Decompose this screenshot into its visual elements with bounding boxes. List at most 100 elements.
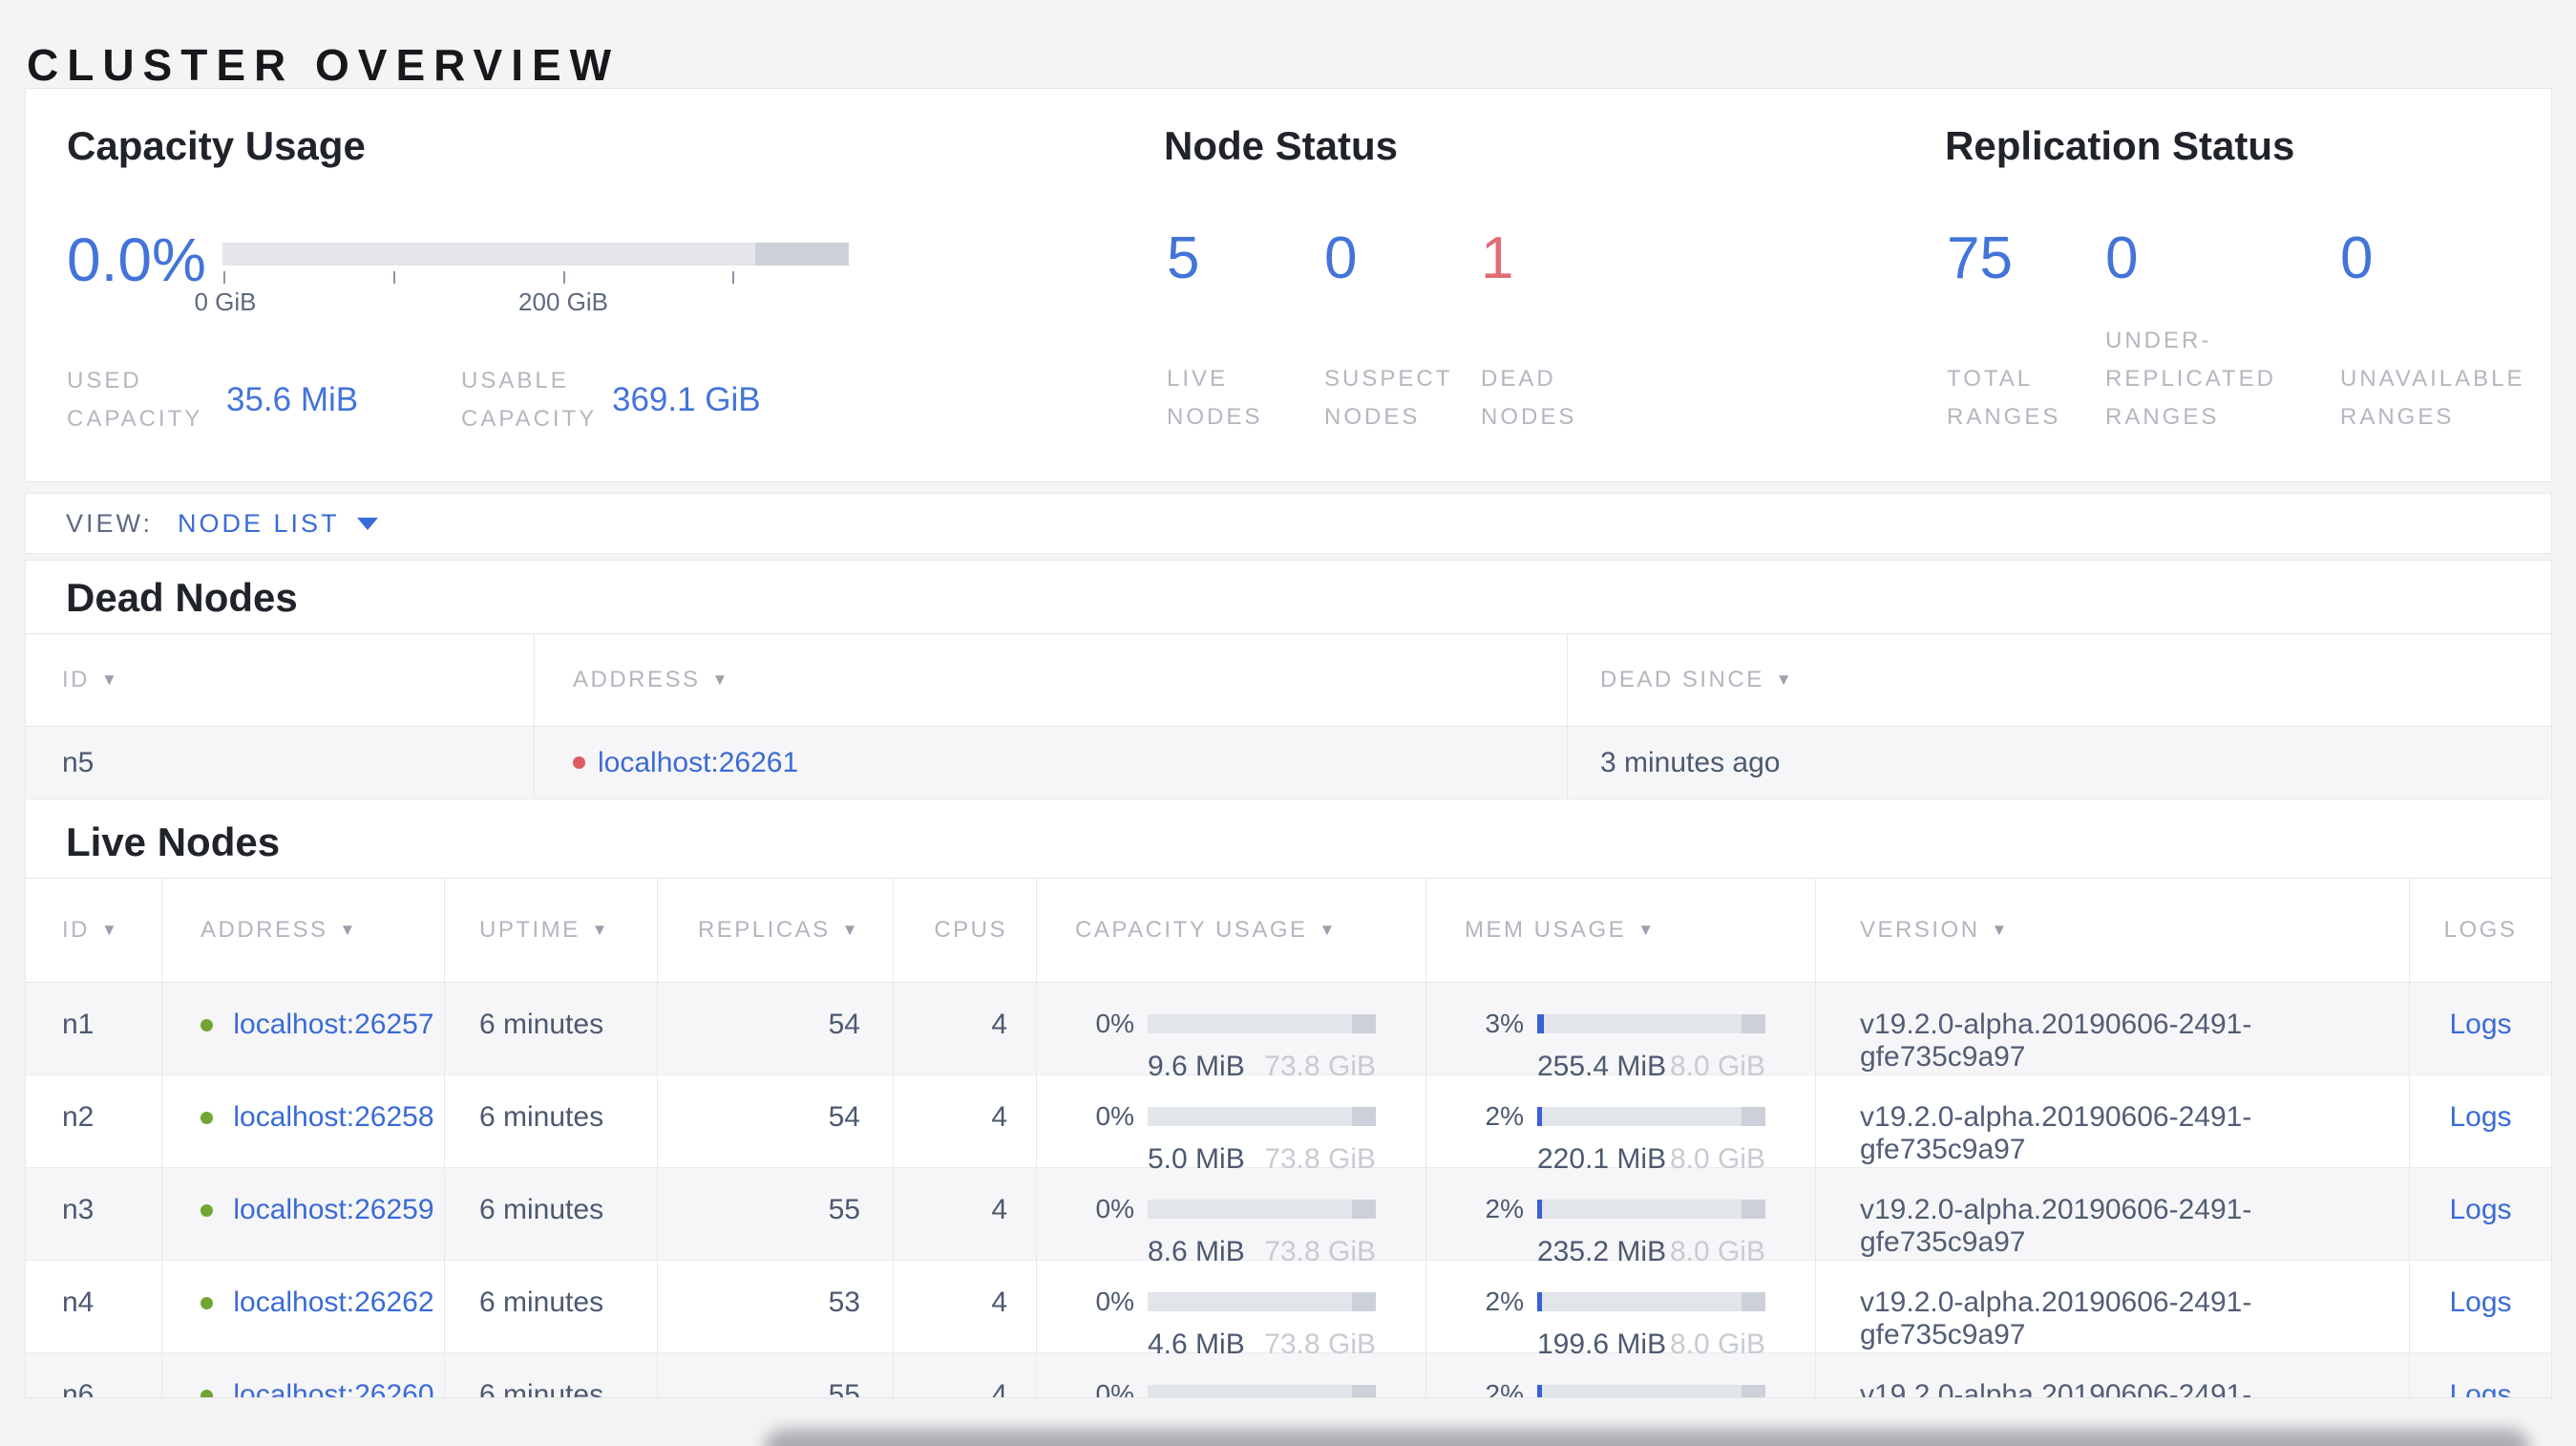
live-node-version: v19.2.0-alpha.20190606-2491-gfe735c9a97 bbox=[1816, 1353, 2410, 1397]
capacity-dark-segment bbox=[1351, 1014, 1376, 1033]
capacity-tick bbox=[393, 271, 395, 284]
unavailable-ranges-label: UNAVAILABLE RANGES bbox=[2340, 366, 2525, 430]
mem-dark-segment bbox=[1741, 1200, 1765, 1219]
live-node-logs-cell: Logs bbox=[2410, 983, 2551, 1074]
sort-arrow-icon: ▼ bbox=[1319, 921, 1338, 939]
live-status-dot-icon bbox=[201, 1204, 213, 1217]
mem-fill bbox=[1537, 1292, 1542, 1311]
live-node-mem-cell: 2% 225.5 MiB 8.0 GiB bbox=[1426, 1353, 1816, 1398]
live-node-address-link[interactable]: localhost:26260 bbox=[233, 1379, 433, 1397]
mem-mini-bar bbox=[1537, 1200, 1765, 1219]
dead-col-header-address[interactable]: ADDRESS ▼ bbox=[535, 634, 1568, 726]
dead-col-header-dead-since[interactable]: DEAD SINCE ▼ bbox=[1568, 634, 2551, 726]
live-col-header-uptime[interactable]: UPTIME ▼ bbox=[445, 879, 658, 982]
live-nodes-table: ID ▼ ADDRESS ▼ UPTIME ▼ REPLICAS ▼ CPUS bbox=[26, 878, 2551, 1398]
usable-capacity-label: USABLE CAPACITY bbox=[461, 368, 598, 432]
live-node-address-link[interactable]: localhost:26258 bbox=[233, 1101, 433, 1133]
live-node-mem-cell: 2% 199.6 MiB 8.0 GiB bbox=[1426, 1261, 1816, 1360]
sort-arrow-icon: ▼ bbox=[841, 921, 860, 939]
live-node-cpus: 4 bbox=[894, 1261, 1037, 1352]
live-node-row: n1 localhost:26257 6 minutes 54 4 0% 9.6… bbox=[26, 983, 2551, 1082]
total-ranges-count: 75 bbox=[1947, 225, 2013, 291]
sort-arrow-icon: ▼ bbox=[339, 921, 358, 939]
live-node-address-link[interactable]: localhost:26259 bbox=[233, 1194, 433, 1225]
logs-link[interactable]: Logs bbox=[2449, 1101, 2511, 1134]
logs-link[interactable]: Logs bbox=[2449, 1194, 2511, 1226]
live-node-logs-cell: Logs bbox=[2410, 1168, 2551, 1260]
mem-percent-label: 2% bbox=[1485, 1379, 1524, 1398]
capacity-bar-dark-segment bbox=[754, 243, 849, 266]
live-node-id: n2 bbox=[26, 1075, 162, 1167]
live-node-capacity-cell: 0% 4.6 MiB 73.8 GiB bbox=[1037, 1261, 1426, 1360]
capacity-bar bbox=[222, 243, 849, 266]
logs-link[interactable]: Logs bbox=[2449, 1379, 2511, 1397]
mem-fill bbox=[1537, 1107, 1542, 1126]
live-node-row: n6 localhost:26260 6 minutes 55 4 0% 2% … bbox=[26, 1353, 2551, 1398]
live-node-uptime: 6 minutes bbox=[445, 1168, 658, 1260]
dead-node-row: n5 localhost:26261 3 minutes ago bbox=[26, 727, 2551, 799]
live-node-version: v19.2.0-alpha.20190606-2491-gfe735c9a97 bbox=[1816, 1168, 2410, 1260]
live-col-header-id[interactable]: ID ▼ bbox=[26, 879, 162, 982]
live-node-capacity-cell: 0% 8.6 MiB 73.8 GiB bbox=[1037, 1168, 1426, 1267]
live-nodes-count: 5 bbox=[1167, 225, 1200, 291]
live-col-header-cpus[interactable]: CPUS bbox=[894, 879, 1037, 982]
live-node-address-cell: localhost:26258 bbox=[162, 1075, 445, 1167]
live-node-uptime: 6 minutes bbox=[445, 1075, 658, 1167]
live-node-address-cell: localhost:26257 bbox=[162, 983, 445, 1074]
dead-status-dot-icon bbox=[573, 756, 585, 769]
dead-nodes-header-row: ID ▼ ADDRESS ▼ DEAD SINCE ▼ bbox=[26, 634, 2551, 727]
live-node-address-link[interactable]: localhost:26257 bbox=[233, 1009, 433, 1040]
unavailable-ranges-count: 0 bbox=[2340, 225, 2374, 291]
dead-nodes-table-body: n5 localhost:26261 3 minutes ago bbox=[26, 727, 2551, 799]
mem-dark-segment bbox=[1741, 1107, 1765, 1126]
live-node-id: n3 bbox=[26, 1168, 162, 1260]
live-node-mem-cell: 3% 255.4 MiB 8.0 GiB bbox=[1426, 983, 1816, 1082]
suspect-nodes-label: SUSPECT NODES bbox=[1324, 366, 1452, 430]
live-node-uptime: 6 minutes bbox=[445, 1261, 658, 1352]
under-replicated-ranges-label: UNDER-REPLICATED RANGES bbox=[2105, 328, 2276, 430]
mem-dark-segment bbox=[1741, 1385, 1765, 1397]
live-node-replicas: 54 bbox=[658, 983, 894, 1074]
mem-percent-label: 2% bbox=[1485, 1194, 1524, 1223]
view-dropdown[interactable]: NODE LIST bbox=[178, 509, 378, 539]
live-col-header-mem-usage[interactable]: MEM USAGE ▼ bbox=[1426, 879, 1816, 982]
capacity-tick-label-0: 0 GiB bbox=[194, 287, 257, 316]
capacity-mini-bar bbox=[1148, 1385, 1376, 1397]
mem-mini-bar bbox=[1537, 1014, 1765, 1033]
used-capacity-label: USED CAPACITY bbox=[67, 368, 203, 432]
live-node-row: n4 localhost:26262 6 minutes 53 4 0% 4.6… bbox=[26, 1261, 2551, 1360]
live-node-replicas: 53 bbox=[658, 1261, 894, 1352]
dead-node-address-cell: localhost:26261 bbox=[535, 727, 1568, 798]
logs-link[interactable]: Logs bbox=[2449, 1287, 2511, 1319]
sort-arrow-icon: ▼ bbox=[1637, 921, 1657, 939]
mem-mini-bar bbox=[1537, 1385, 1765, 1397]
view-label: VIEW: bbox=[66, 508, 154, 538]
mem-mini-bar bbox=[1537, 1107, 1765, 1126]
capacity-tick bbox=[563, 271, 565, 284]
live-node-id: n6 bbox=[26, 1353, 162, 1397]
capacity-tick bbox=[732, 271, 734, 284]
live-col-header-address[interactable]: ADDRESS ▼ bbox=[162, 879, 445, 982]
sort-arrow-icon: ▼ bbox=[101, 921, 120, 939]
view-dropdown-value[interactable]: NODE LIST bbox=[178, 509, 340, 539]
sort-arrow-icon: ▼ bbox=[1775, 670, 1795, 689]
capacity-dark-segment bbox=[1351, 1292, 1376, 1311]
live-node-replicas: 55 bbox=[658, 1353, 894, 1397]
live-node-uptime: 6 minutes bbox=[445, 1353, 658, 1397]
live-col-header-capacity-usage[interactable]: CAPACITY USAGE ▼ bbox=[1037, 879, 1426, 982]
dead-node-address-link[interactable]: localhost:26261 bbox=[598, 747, 798, 779]
live-node-address-link[interactable]: localhost:26262 bbox=[233, 1287, 433, 1318]
view-selector-bar: VIEW: NODE LIST bbox=[25, 493, 2552, 554]
logs-link[interactable]: Logs bbox=[2449, 1009, 2511, 1041]
live-col-header-replicas[interactable]: REPLICAS ▼ bbox=[658, 879, 894, 982]
capacity-percent-label: 0% bbox=[1095, 1009, 1134, 1038]
mem-fill bbox=[1537, 1200, 1542, 1219]
live-col-header-version[interactable]: VERSION ▼ bbox=[1816, 879, 2410, 982]
mem-percent-label: 3% bbox=[1485, 1009, 1524, 1038]
live-node-mem-cell: 2% 235.2 MiB 8.0 GiB bbox=[1426, 1168, 1816, 1267]
overview-summary-card: Capacity Usage 0.0% 0 GiB 200 GiB USED C… bbox=[25, 88, 2552, 482]
dead-col-header-id[interactable]: ID ▼ bbox=[26, 634, 535, 726]
live-node-logs-cell: Logs bbox=[2410, 1261, 2551, 1352]
capacity-dark-segment bbox=[1351, 1200, 1376, 1219]
cluster-overview-page: CLUSTER OVERVIEW Capacity Usage 0.0% 0 G… bbox=[0, 0, 2576, 1446]
